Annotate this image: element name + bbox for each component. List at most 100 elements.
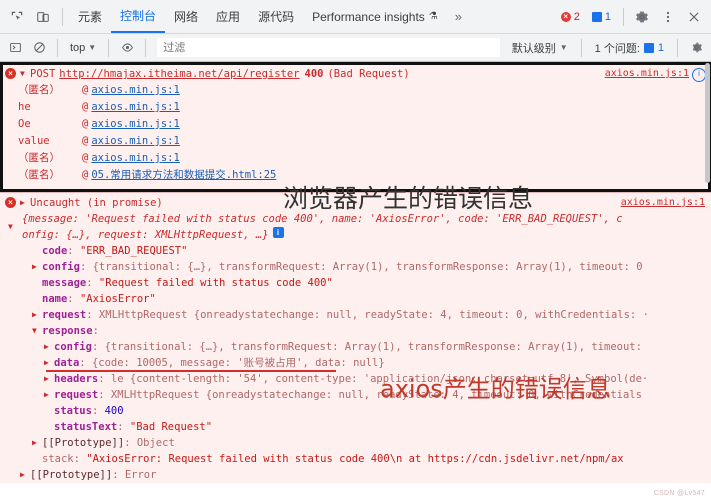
axios-error-source-link[interactable]: axios.min.js:1 [621,195,705,211]
prop-key-response-prototype: [[Prototype]] [42,437,125,449]
prop-row-response-request[interactable]: ▶ request: XMLHttpRequest {onreadystatec… [0,387,711,403]
live-expression-icon[interactable] [116,37,138,59]
expand-triangle-icon-2[interactable]: ▶ [20,195,28,211]
console-divider-3 [145,38,147,57]
close-icon[interactable] [681,4,707,30]
tab-console[interactable]: 控制台 [111,0,166,33]
prop-arrow-response-request[interactable]: ▶ [44,387,52,403]
prop-value-config: {transitional: {…}, transformRequest: Ar… [92,261,643,273]
stack-frame-row: （匿名） @ axios.min.js:1 [0,82,711,99]
axios-error-title: Uncaught (in promise) [30,197,163,209]
prop-row-status[interactable]: status: 400 [0,403,711,419]
prop-key-error-prototype: [[Prototype]] [30,469,113,481]
prop-arrow-config[interactable]: ▶ [32,259,40,275]
error-dot-icon: × [560,11,571,22]
tab-application-label: 应用 [216,10,241,24]
prop-arrow-error-prototype[interactable]: ▶ [20,467,28,483]
stack-frame-at: @ [82,101,89,113]
error-circle-icon-2: × [5,197,16,208]
prop-key-request: request [42,309,87,321]
device-toolbar-icon[interactable] [30,4,56,30]
tab-network[interactable]: 网络 [165,0,207,33]
stack-frame-source[interactable]: axios.min.js:1 [91,116,180,133]
network-error-source-link[interactable]: axios.min.js:1 [605,66,689,82]
tab-sources[interactable]: 源代码 [249,0,303,33]
console-scrollbar-thumb[interactable] [705,63,710,183]
console-divider-2 [108,38,110,57]
network-error-header[interactable]: × ▼ POST http://hmajax.itheima.net/api/r… [0,66,711,82]
prop-arrow-response-headers[interactable]: ▶ [44,371,52,387]
prop-row-response-prototype[interactable]: ▶ [[Prototype]]: Object [0,435,711,451]
issue-count-badge[interactable]: 1 [587,10,616,24]
stack-frame-at: @ [82,84,89,96]
devtools-panel: 元素 控制台 网络 应用 源代码 Performance insights ⚗ … [0,0,711,500]
console-message-list[interactable]: × ▼ POST http://hmajax.itheima.net/api/r… [0,62,711,500]
prop-row-name[interactable]: name: "AxiosError" [0,291,711,307]
prop-arrow-response-prototype[interactable]: ▶ [32,435,40,451]
stack-frame-source[interactable]: 05.常用请求方法和数据提交.html:25 [91,167,276,184]
prop-row-message[interactable]: message: "Request failed with status cod… [0,275,711,291]
prop-row-response-data[interactable]: ▶ data: {code: 10005, message: '账号被占用', … [0,355,711,372]
prop-arrow-response-config[interactable]: ▶ [44,339,52,355]
prop-row-error-prototype[interactable]: ▶ [[Prototype]]: Error [0,467,711,483]
prop-value-error-prototype: Error [124,469,157,481]
tab-application[interactable]: 应用 [207,0,249,33]
axios-error-header[interactable]: × ▶ Uncaught (in promise) axios.min.js:1 [0,195,711,211]
execution-context-selector[interactable]: top ▼ [65,40,101,56]
stack-frame-source[interactable]: axios.min.js:1 [91,150,180,167]
toolbar-divider [62,7,63,26]
expand-triangle-icon[interactable]: ▼ [20,66,28,82]
issues-button[interactable]: 1 个问题: 1 [589,38,670,58]
log-level-selector[interactable]: 默认级别 ▼ [506,38,574,58]
tab-elements[interactable]: 元素 [69,0,111,33]
console-settings-icon[interactable] [685,37,707,59]
issues-label: 1 个问题: [594,42,640,55]
prop-row-code[interactable]: code: "ERR_BAD_REQUEST" [0,243,711,259]
prop-key-status-text: statusText [54,421,118,433]
stack-frame-function: Oe [18,118,31,130]
tabbar-divider-2 [623,7,624,26]
console-scrollbar[interactable] [704,62,711,500]
prop-value-response-headers: le {content-length: '54', content-type: … [110,373,649,385]
issue-count-label: 1 [604,10,611,23]
prop-arrow-response-data[interactable]: ▶ [44,355,52,371]
kebab-menu-icon[interactable] [655,4,681,30]
stack-frame-source[interactable]: axios.min.js:1 [91,99,180,116]
inspect-element-icon[interactable] [4,4,30,30]
prop-row-stack[interactable]: stack: "AxiosError: Request failed with … [0,451,711,467]
request-url[interactable]: http://hmajax.itheima.net/api/register [59,66,299,82]
prop-key-stack: stack [42,453,74,465]
tab-sources-label: 源代码 [258,10,295,24]
tab-performance-insights[interactable]: Performance insights ⚗ [303,0,447,33]
prop-arrow-response[interactable]: ▼ [32,323,40,339]
network-error-group[interactable]: × ▼ POST http://hmajax.itheima.net/api/r… [0,62,711,192]
stack-frame-at: @ [82,152,89,164]
prop-row-response[interactable]: ▼ response: [0,323,711,339]
console-sidebar-icon[interactable] [4,37,26,59]
error-count-badge[interactable]: × 2 [556,10,585,24]
clear-console-icon[interactable] [28,37,50,59]
filter-input[interactable] [157,38,500,57]
prop-value-stack: "AxiosError: Request failed with status … [86,453,624,465]
watermark: CSDN @Lv547 [653,490,705,497]
stack-frame-source[interactable]: axios.min.js:1 [91,82,180,99]
tab-console-label: 控制台 [120,9,157,23]
info-badge-icon[interactable]: i [272,227,284,238]
prop-row-response-config[interactable]: ▶ config: {transitional: {…}, transformR… [0,339,711,355]
prop-row-response-headers[interactable]: ▶ headers: le {content-length: '54', con… [0,371,711,387]
stack-frame-at: @ [82,135,89,147]
prop-row-request[interactable]: ▶ request: XMLHttpRequest {onreadystatec… [0,307,711,323]
prop-row-config[interactable]: ▶ config: {transitional: {…}, transformR… [0,259,711,275]
devtools-tabs: 元素 控制台 网络 应用 源代码 Performance insights ⚗ [69,0,447,33]
prop-row-status-text[interactable]: statusText: "Bad Request" [0,419,711,435]
prop-arrow-request[interactable]: ▶ [32,307,40,323]
gear-icon[interactable] [629,4,655,30]
prop-value-response-request: XMLHttpRequest {onreadystatechange: null… [110,389,642,401]
stack-frame-source[interactable]: axios.min.js:1 [91,133,180,150]
stack-frame-at: @ [82,169,89,181]
console-toolbar: top ▼ 默认级别 ▼ 1 个问题: 1 [0,34,711,62]
axios-error-summary-line1: ▼ {message: 'Request failed with status … [0,211,711,231]
axios-error-group[interactable]: × ▶ Uncaught (in promise) axios.min.js:1… [0,192,711,483]
stack-frame-row: （匿名） @ 05.常用请求方法和数据提交.html:25 [0,167,711,184]
more-tabs-button[interactable]: » [447,9,470,24]
